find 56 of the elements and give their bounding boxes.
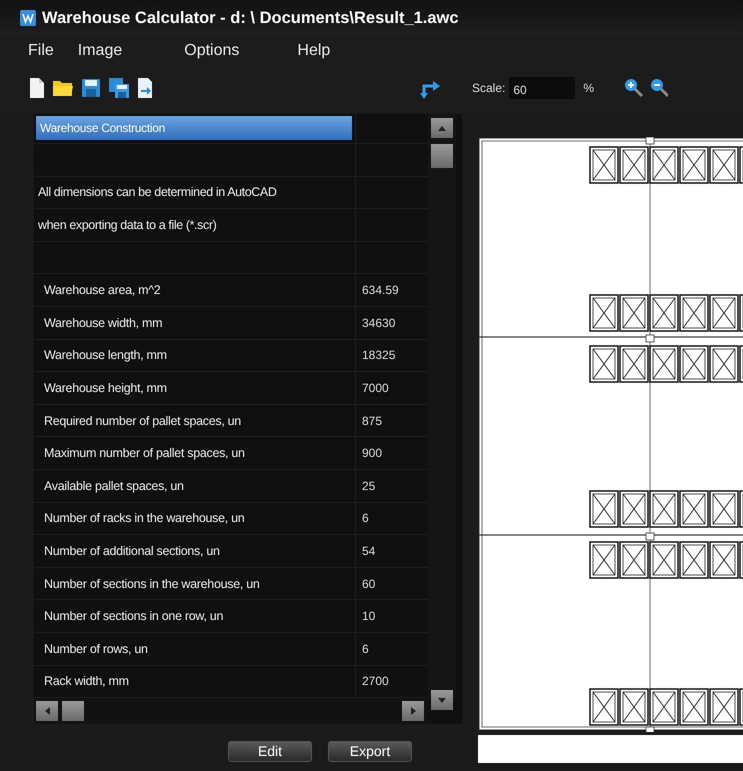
- parameter-value: 875: [362, 414, 382, 428]
- parameter-value: 6: [362, 511, 369, 526]
- parameter-value: 25: [362, 478, 376, 493]
- note-text[interactable]: All dimensions can be determined in AutoCAD: [38, 185, 276, 200]
- parameter-label[interactable]: Warehouse area, m^2: [44, 283, 160, 298]
- scroll-thumb[interactable]: [431, 144, 453, 168]
- parameter-value: 34630: [362, 316, 396, 330]
- parameter-value: 7000: [362, 380, 389, 395]
- parameter-label[interactable]: Warehouse height, mm: [44, 380, 167, 395]
- save-icon[interactable]: [82, 79, 100, 97]
- parameter-label[interactable]: Number of sections in the warehouse, un: [44, 576, 260, 591]
- menu-item[interactable]: Image: [78, 42, 122, 60]
- zoom-out-icon[interactable]: [650, 78, 668, 98]
- save-all-icon[interactable]: [109, 78, 129, 98]
- parameter-label[interactable]: Warehouse length, mm: [44, 348, 167, 362]
- parameter-value: 60: [362, 576, 376, 591]
- scroll-thumb[interactable]: [62, 701, 84, 722]
- zoom-in-icon[interactable]: [624, 78, 644, 98]
- scale-label: Scale:: [472, 81, 506, 95]
- parameter-label[interactable]: Required number of pallet spaces, un: [44, 414, 241, 428]
- parameter-label[interactable]: Warehouse width, mm: [44, 316, 162, 330]
- parameter-value: 10: [362, 609, 376, 624]
- parameter-value: 18325: [362, 348, 396, 362]
- parameter-label[interactable]: Maximum number of pallet spaces, un: [44, 446, 245, 460]
- parameter-value: 900: [362, 446, 382, 460]
- parameter-value: 634.59: [362, 283, 399, 298]
- caret-left-icon[interactable]: [44, 707, 50, 716]
- action-button[interactable]: Edit: [228, 741, 312, 762]
- parameter-value: 54: [362, 544, 376, 558]
- folder-icon[interactable]: [53, 79, 73, 97]
- parameter-label[interactable]: Number of additional sections, un: [44, 544, 220, 558]
- scroll-down-button[interactable]: [431, 690, 453, 710]
- note-text[interactable]: when exporting data to a file (*.scr): [38, 218, 216, 232]
- export-file-icon[interactable]: [138, 78, 152, 98]
- scroll-right-button[interactable]: [402, 701, 424, 722]
- parameter-value: 6: [362, 642, 369, 656]
- menu-item[interactable]: File: [28, 42, 54, 60]
- parameter-label[interactable]: Number of rows, un: [44, 642, 148, 656]
- caret-up-icon[interactable]: [438, 126, 446, 130]
- section-heading[interactable]: Warehouse Construction: [36, 116, 352, 140]
- scale-field[interactable]: 60: [509, 77, 576, 99]
- parameter-label[interactable]: Number of sections in one row, un: [44, 609, 224, 624]
- app-logo-icon: [20, 10, 36, 26]
- scroll-left-button[interactable]: [36, 701, 58, 722]
- new-file-icon[interactable]: [30, 78, 44, 98]
- caret-right-icon[interactable]: [410, 707, 416, 716]
- parameter-value: 2700: [362, 674, 389, 688]
- parameter-label[interactable]: Rack width, mm: [44, 674, 129, 688]
- window-title: Warehouse Calculator - d: \ Documents\Result_1.awc: [42, 8, 459, 28]
- action-button[interactable]: Export: [328, 741, 412, 762]
- parameter-label[interactable]: Available pallet spaces, un: [44, 478, 184, 493]
- percent-label: %: [583, 81, 594, 95]
- parameter-label[interactable]: Number of racks in the warehouse, un: [44, 511, 244, 526]
- menu-item[interactable]: Help: [297, 42, 330, 60]
- menu-item[interactable]: Options: [184, 42, 240, 60]
- scroll-up-button[interactable]: [431, 118, 453, 138]
